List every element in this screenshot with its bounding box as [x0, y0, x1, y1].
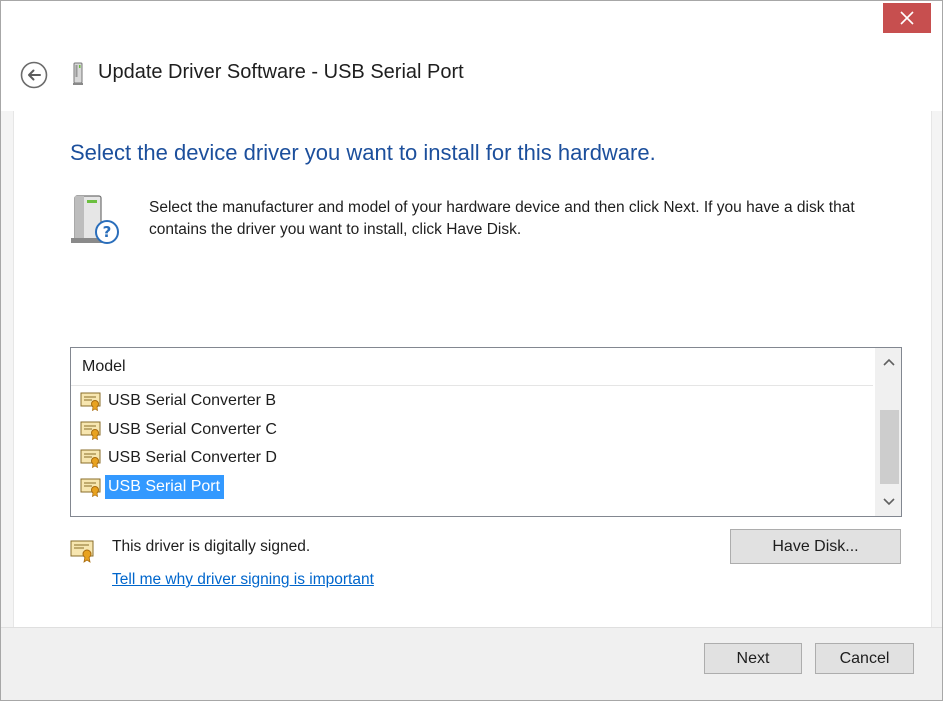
back-button[interactable] [20, 61, 48, 89]
signed-certificate-icon [70, 540, 94, 563]
window-right-edge [931, 111, 942, 627]
instruction-text: Select the manufacturer and model of you… [149, 199, 855, 238]
hardware-question-icon: ? [71, 195, 119, 244]
list-item-label: USB Serial Converter D [108, 449, 277, 467]
scroll-thumb[interactable] [880, 409, 899, 484]
model-list: USB Serial Converter B USB Serial Convert… [71, 387, 874, 501]
close-button[interactable] [883, 3, 931, 33]
have-disk-button[interactable]: Have Disk... [730, 529, 901, 564]
update-driver-window: Update Driver Software - USB Serial Port… [0, 0, 943, 701]
list-scrollbar[interactable] [875, 348, 901, 516]
window-title: Update Driver Software - USB Serial Port [98, 61, 464, 83]
list-item[interactable]: USB Serial Converter C [71, 416, 874, 445]
window-left-edge [1, 111, 14, 627]
list-item[interactable]: USB Serial Converter D [71, 444, 874, 473]
certificate-icon [80, 392, 101, 412]
list-item-label: USB Serial Port [105, 474, 225, 499]
chevron-up-icon [882, 358, 895, 366]
svg-text:?: ? [103, 223, 112, 241]
list-item-label: USB Serial Converter B [108, 392, 277, 410]
list-item[interactable]: USB Serial Converter B [71, 387, 874, 416]
certificate-icon [80, 449, 101, 469]
list-item-label: USB Serial Converter C [108, 420, 277, 438]
close-icon [900, 11, 914, 25]
list-item[interactable]: USB Serial Port [71, 473, 874, 502]
certificate-icon [80, 478, 101, 497]
page-heading: Select the device driver you want to ins… [70, 140, 656, 165]
signed-status-text: This driver is digitally signed. [112, 538, 311, 555]
scroll-up-button[interactable] [876, 350, 901, 374]
certificate-icon [80, 421, 101, 440]
next-button[interactable]: Next [704, 643, 802, 674]
hardware-device-icon [73, 62, 83, 85]
driver-signing-link[interactable]: Tell me why driver signing is important [112, 571, 374, 589]
scroll-down-button[interactable] [876, 490, 901, 514]
model-listbox[interactable]: Model USB Serial Converter B USB Serial C… [70, 347, 902, 517]
chevron-down-icon [882, 498, 895, 506]
list-header-model[interactable]: Model [71, 348, 873, 386]
cancel-button[interactable]: Cancel [815, 643, 914, 674]
back-arrow-icon [20, 61, 48, 89]
